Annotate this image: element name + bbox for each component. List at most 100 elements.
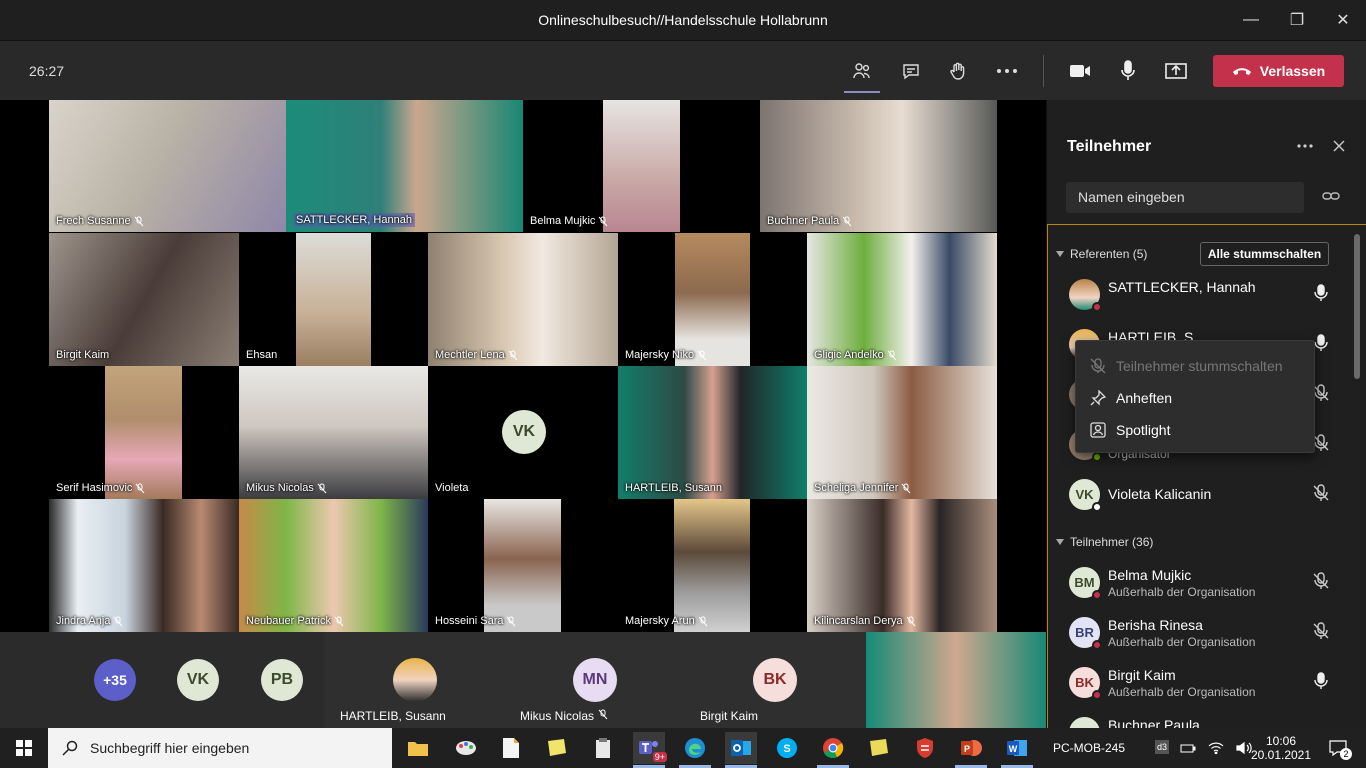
wifi-icon[interactable] — [1208, 742, 1224, 754]
raise-hand-button[interactable] — [944, 57, 972, 85]
video-tile[interactable]: Mechtler Lena — [428, 233, 618, 366]
strip-tile[interactable]: BK Birgit Kaim — [685, 632, 865, 728]
microphone-icon[interactable] — [1312, 672, 1330, 690]
avatar: BP — [1069, 717, 1100, 728]
mic-off-icon[interactable] — [1312, 622, 1330, 640]
list-item[interactable]: BK Birgit Kaim Außerhalb der Organisatio… — [1048, 659, 1358, 705]
participants-section-header[interactable]: Teilnehmer (36) — [1056, 535, 1153, 549]
video-tile[interactable]: Gligic Andelko — [807, 233, 997, 366]
microphone-button[interactable] — [1114, 57, 1142, 85]
more-icon[interactable] — [1296, 138, 1314, 154]
document-app[interactable] — [495, 732, 527, 764]
notification-center-button[interactable]: 2 — [1322, 732, 1354, 764]
presenters-section-header[interactable]: Referenten (5) — [1056, 247, 1147, 261]
word-app[interactable]: W — [1001, 732, 1033, 768]
sticky-notes-app-2[interactable] — [863, 732, 895, 764]
maximize-button[interactable]: ❐ — [1274, 0, 1320, 40]
list-item[interactable]: VK Violeta Kalicanin — [1048, 471, 1358, 517]
mute-all-button[interactable]: Alle stummschalten — [1200, 242, 1329, 266]
edge-app[interactable] — [679, 732, 711, 768]
video-tile[interactable]: SATTLECKER, Hannah — [286, 100, 523, 232]
video-tile[interactable]: Ehsan — [239, 233, 428, 366]
participant-name: Mikus Nicolas — [246, 482, 314, 494]
close-icon[interactable] — [1332, 138, 1346, 154]
notification-count: 2 — [1340, 748, 1352, 760]
list-item[interactable]: BP Buchner Paula — [1048, 709, 1358, 728]
minimize-button[interactable]: — — [1228, 0, 1274, 40]
computer-name: PC-MOB-245 — [1053, 741, 1126, 755]
share-screen-button[interactable] — [1162, 57, 1190, 85]
strip-tile[interactable]: MN Mikus Nicolas — [505, 632, 685, 728]
self-preview[interactable] — [866, 632, 1046, 728]
paint-app[interactable] — [450, 732, 482, 764]
participants-button[interactable] — [844, 57, 880, 93]
mute-participant-menu-item[interactable]: Teilnehmer stummschalten — [1090, 351, 1283, 381]
notes-icon — [870, 739, 888, 756]
video-tile[interactable]: Scheliga Jennifer — [807, 366, 997, 499]
avatar[interactable]: PB — [261, 659, 303, 701]
strip-tile[interactable]: HARTLEIB, Susann — [325, 632, 505, 728]
tile-name-label: Mechtler Lena — [435, 349, 518, 361]
list-item[interactable]: BR Berisha Rinesa Außerhalb der Organisa… — [1048, 609, 1358, 655]
taskbar-search-input[interactable]: Suchbegriff hier eingeben — [48, 728, 392, 768]
video-tile[interactable]: Kilincarslan Derya — [807, 499, 997, 632]
start-button[interactable] — [8, 732, 40, 764]
avatar[interactable]: VK — [177, 659, 219, 701]
chrome-app[interactable] — [817, 732, 849, 768]
microphone-icon[interactable] — [1312, 284, 1330, 302]
mic-off-icon[interactable] — [1312, 484, 1330, 502]
video-tile[interactable]: Neubauer Patrick — [239, 499, 428, 632]
chat-button[interactable] — [897, 57, 925, 85]
video-tile[interactable]: Majersky Niko — [618, 233, 807, 366]
more-actions-button[interactable] — [993, 57, 1021, 85]
leave-button[interactable]: Verlassen — [1213, 55, 1344, 87]
clock[interactable]: 10:06 20.01.2021 — [1251, 728, 1311, 768]
close-window-button[interactable]: ✕ — [1320, 0, 1366, 40]
video-tile[interactable]: Birgit Kaim — [49, 233, 239, 366]
video-tile[interactable]: Frech Susanne — [49, 100, 286, 232]
skype-app[interactable]: S — [771, 732, 803, 764]
language-indicator[interactable]: d3 — [1155, 740, 1170, 754]
sticky-notes-app[interactable] — [541, 732, 573, 764]
list-item[interactable]: SATTLECKER, Hannah — [1048, 271, 1358, 317]
video-feed — [675, 233, 750, 366]
video-tile[interactable]: Hosseini Sara — [428, 499, 618, 632]
video-tile[interactable]: Belma Mujkic — [523, 100, 760, 232]
video-tile[interactable]: Jindra Anja — [49, 499, 239, 632]
participant-name: SATTLECKER, Hannah — [1108, 279, 1256, 295]
file-explorer-app[interactable] — [402, 732, 434, 764]
pin-menu-item[interactable]: Anheften — [1090, 383, 1172, 413]
video-tile[interactable]: VK Violeta — [428, 366, 618, 499]
powerpoint-app[interactable]: P — [955, 732, 987, 768]
chrome-icon — [823, 738, 844, 758]
mic-off-icon — [598, 709, 608, 720]
participant-name: Belma Mujkic — [530, 215, 596, 227]
video-tile[interactable]: Buchner Paula — [760, 100, 997, 232]
mic-off-icon[interactable] — [1312, 572, 1330, 590]
participant-name: Violeta Kalicanin — [1108, 486, 1212, 502]
video-tile[interactable]: HARTLEIB, Susann — [618, 366, 807, 499]
spotlight-menu-item[interactable]: Spotlight — [1090, 415, 1170, 445]
participant-search-input[interactable]: Namen eingeben — [1066, 182, 1304, 213]
panel-scrollbar[interactable] — [1354, 234, 1360, 379]
participant-name: Birgit Kaim — [1108, 667, 1176, 683]
share-link-icon[interactable] — [1322, 190, 1340, 202]
clipboard-app[interactable] — [587, 732, 619, 764]
security-app[interactable] — [909, 732, 941, 764]
participant-name: Scheliga Jennifer — [814, 482, 899, 494]
avatar: BK — [753, 658, 797, 702]
video-tile[interactable]: Serif Hasimovic — [49, 366, 239, 499]
tile-name-label: Kilincarslan Derya — [814, 615, 916, 627]
camera-button[interactable] — [1066, 57, 1094, 85]
more-participants-button[interactable]: +35 — [94, 659, 136, 701]
mic-off-icon — [698, 616, 708, 626]
battery-icon[interactable] — [1180, 742, 1196, 754]
outlook-app[interactable] — [725, 732, 757, 768]
volume-icon[interactable] — [1236, 742, 1252, 754]
video-feed — [807, 499, 997, 632]
video-feed — [49, 499, 239, 632]
list-item[interactable]: BM Belma Mujkic Außerhalb der Organisati… — [1048, 559, 1358, 605]
teams-app[interactable]: 9+ — [633, 732, 667, 768]
video-tile[interactable]: Mikus Nicolas — [239, 366, 428, 499]
video-tile[interactable]: Majersky Arun — [618, 499, 807, 632]
